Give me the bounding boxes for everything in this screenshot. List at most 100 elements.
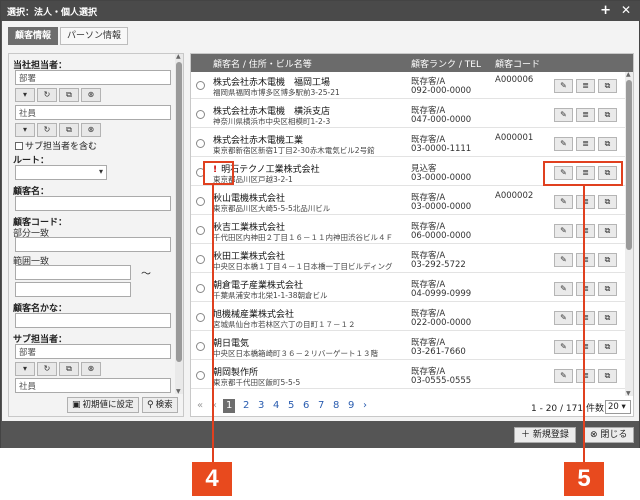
note-icon[interactable]: ✎ <box>554 311 573 325</box>
search-button[interactable]: ⚲ 検索 <box>142 397 178 413</box>
copy-icon[interactable]: ⧉ <box>598 253 617 267</box>
sub-staff-field[interactable]: 社員 <box>15 378 171 393</box>
row-radio[interactable] <box>196 226 205 235</box>
scroll-up-icon[interactable]: ▲ <box>626 71 631 78</box>
list-icon[interactable]: ≣ <box>576 340 595 354</box>
row-radio[interactable] <box>196 139 205 148</box>
table-row[interactable]: 朝日電気 中央区日本橋箱崎町３６－２リバーゲート１３階 既存客/A 03-261-76… <box>191 333 625 360</box>
customer-code-from-field[interactable] <box>15 265 131 280</box>
customer-code-partial-field[interactable] <box>15 237 171 252</box>
sub-dept-field[interactable]: 部署 <box>15 344 171 359</box>
note-icon[interactable]: ✎ <box>554 282 573 296</box>
note-icon[interactable]: ✎ <box>554 224 573 238</box>
refresh-icon[interactable]: ↻ <box>37 362 57 376</box>
copy-icon[interactable]: ⧉ <box>598 224 617 238</box>
row-radio[interactable] <box>196 313 205 322</box>
table-row[interactable]: 秋田工業株式会社 中央区日本橋１丁目４－１日本橋一丁目ビルディング 既存客/A 03-… <box>191 246 625 273</box>
clear-icon[interactable]: ⊗ <box>81 123 101 137</box>
copy-icon[interactable]: ⧉ <box>59 123 79 137</box>
refresh-icon[interactable]: ↻ <box>37 88 57 102</box>
table-row[interactable]: 朝倉電子産業株式会社 千葉県浦安市北栄1-1-38朝倉ビル 既存客/A 04-0999… <box>191 275 625 302</box>
reset-defaults-button[interactable]: ▣ 初期値に設定 <box>67 397 139 413</box>
clear-icon[interactable]: ⊗ <box>81 88 101 102</box>
copy-icon[interactable]: ⧉ <box>59 88 79 102</box>
table-row[interactable]: 株式会社赤木電機工業 東京都新宿区新宿1丁目2-30赤木電気ビル2号館 既存客/A 0… <box>191 130 625 157</box>
own-dept-field[interactable]: 部署 <box>15 70 171 85</box>
include-sub-checkbox[interactable]: サブ担当者を含む <box>15 139 97 152</box>
copy-icon[interactable]: ⧉ <box>598 108 617 122</box>
list-icon[interactable]: ≣ <box>576 369 595 383</box>
note-icon[interactable]: ✎ <box>554 195 573 209</box>
customer-name-field[interactable] <box>15 196 171 211</box>
note-icon[interactable]: ✎ <box>554 253 573 267</box>
row-radio[interactable] <box>196 371 205 380</box>
customer-code-to-field[interactable] <box>15 282 131 297</box>
list-icon[interactable]: ≣ <box>576 224 595 238</box>
table-row[interactable]: 朝岡製作所 東京都千代田区飯町5-5-5 既存客/A 03-0555-0555 ✎ ≣ ⧉ <box>191 362 625 389</box>
scrollbar-thumb[interactable] <box>176 62 182 362</box>
copy-icon[interactable]: ⧉ <box>598 137 617 151</box>
per-page-select[interactable]: 20 ▾ <box>605 400 631 414</box>
tab-person-info[interactable]: パーソン情報 <box>60 27 129 45</box>
page-link[interactable]: 7 <box>318 400 324 411</box>
kana-field[interactable] <box>15 313 171 328</box>
list-icon[interactable]: ≣ <box>576 253 595 267</box>
list-icon[interactable]: ≣ <box>576 79 595 93</box>
page-link[interactable]: 5 <box>288 400 294 411</box>
row-radio[interactable] <box>196 255 205 264</box>
clear-icon[interactable]: ⊗ <box>81 362 101 376</box>
copy-icon[interactable]: ⧉ <box>59 362 79 376</box>
page-link-current[interactable]: 1 <box>223 399 236 413</box>
page-link[interactable]: 8 <box>333 400 339 411</box>
list-icon[interactable]: ≣ <box>576 311 595 325</box>
copy-icon[interactable]: ⧉ <box>598 195 617 209</box>
dropdown-icon[interactable]: ▾ <box>15 123 35 137</box>
scroll-down-icon[interactable]: ▼ <box>626 390 631 397</box>
refresh-icon[interactable]: ↻ <box>37 123 57 137</box>
row-radio[interactable] <box>196 197 205 206</box>
route-select[interactable]: ▾ <box>15 165 107 180</box>
table-row[interactable]: 株式会社赤木電機 福岡工場 福岡県福岡市博多区博多駅前3-25-21 既存客/A 09… <box>191 72 625 99</box>
close-button[interactable]: ⊗ 閉じる <box>583 427 635 443</box>
list-icon[interactable]: ≣ <box>576 108 595 122</box>
note-icon[interactable]: ✎ <box>554 369 573 383</box>
note-icon[interactable]: ✎ <box>554 108 573 122</box>
checkbox-box[interactable] <box>15 142 23 150</box>
page-link[interactable]: 9 <box>348 400 354 411</box>
new-register-button[interactable]: ＋ 新規登録 <box>514 427 576 443</box>
table-row[interactable]: 旭機械産業株式会社 宮城県仙台市若林区六丁の目町１７－１２ 既存客/A 022-000… <box>191 304 625 331</box>
table-row[interactable]: 秋吉工業株式会社 千代田区内神田２丁目１６－１１内神田渋谷ビル４Ｆ 既存客/A 06-… <box>191 217 625 244</box>
table-row[interactable]: 株式会社赤木電機 横浜支店 神奈川県横浜市中央区相模町1-2-3 既存客/A 047-… <box>191 101 625 128</box>
left-scrollbar[interactable]: ▲ ▼ <box>175 54 183 395</box>
first-page-link[interactable]: « <box>197 400 203 411</box>
copy-icon[interactable]: ⧉ <box>598 369 617 383</box>
scrollbar-thumb[interactable] <box>626 80 632 250</box>
note-icon[interactable]: ✎ <box>554 79 573 93</box>
dropdown-icon[interactable]: ▾ <box>15 362 35 376</box>
list-icon[interactable]: ≣ <box>576 195 595 209</box>
maximize-icon[interactable]: + <box>600 3 611 18</box>
copy-icon[interactable]: ⧉ <box>598 311 617 325</box>
list-icon[interactable]: ≣ <box>576 282 595 296</box>
page-link[interactable]: 2 <box>243 400 249 411</box>
page-link[interactable]: 4 <box>273 400 279 411</box>
own-staff-field[interactable]: 社員 <box>15 105 171 120</box>
next-page-link[interactable]: › <box>363 400 367 411</box>
close-icon[interactable]: ✕ <box>621 3 631 17</box>
scroll-up-icon[interactable]: ▲ <box>176 54 181 60</box>
table-row[interactable]: 秋山電機株式会社 東京都品川区大崎5-5-5北品川ビル 既存客/A 03-0000-0… <box>191 188 625 215</box>
page-link[interactable]: 3 <box>258 400 264 411</box>
copy-icon[interactable]: ⧉ <box>598 340 617 354</box>
tab-customer-info[interactable]: 顧客情報 <box>8 27 59 45</box>
row-radio[interactable] <box>196 81 205 90</box>
list-icon[interactable]: ≣ <box>576 137 595 151</box>
row-radio[interactable] <box>196 284 205 293</box>
note-icon[interactable]: ✎ <box>554 137 573 151</box>
results-scrollbar[interactable]: ▲ ▼ <box>625 71 633 397</box>
dropdown-icon[interactable]: ▾ <box>15 88 35 102</box>
row-radio[interactable] <box>196 342 205 351</box>
copy-icon[interactable]: ⧉ <box>598 79 617 93</box>
note-icon[interactable]: ✎ <box>554 340 573 354</box>
row-radio[interactable] <box>196 110 205 119</box>
page-link[interactable]: 6 <box>303 400 309 411</box>
